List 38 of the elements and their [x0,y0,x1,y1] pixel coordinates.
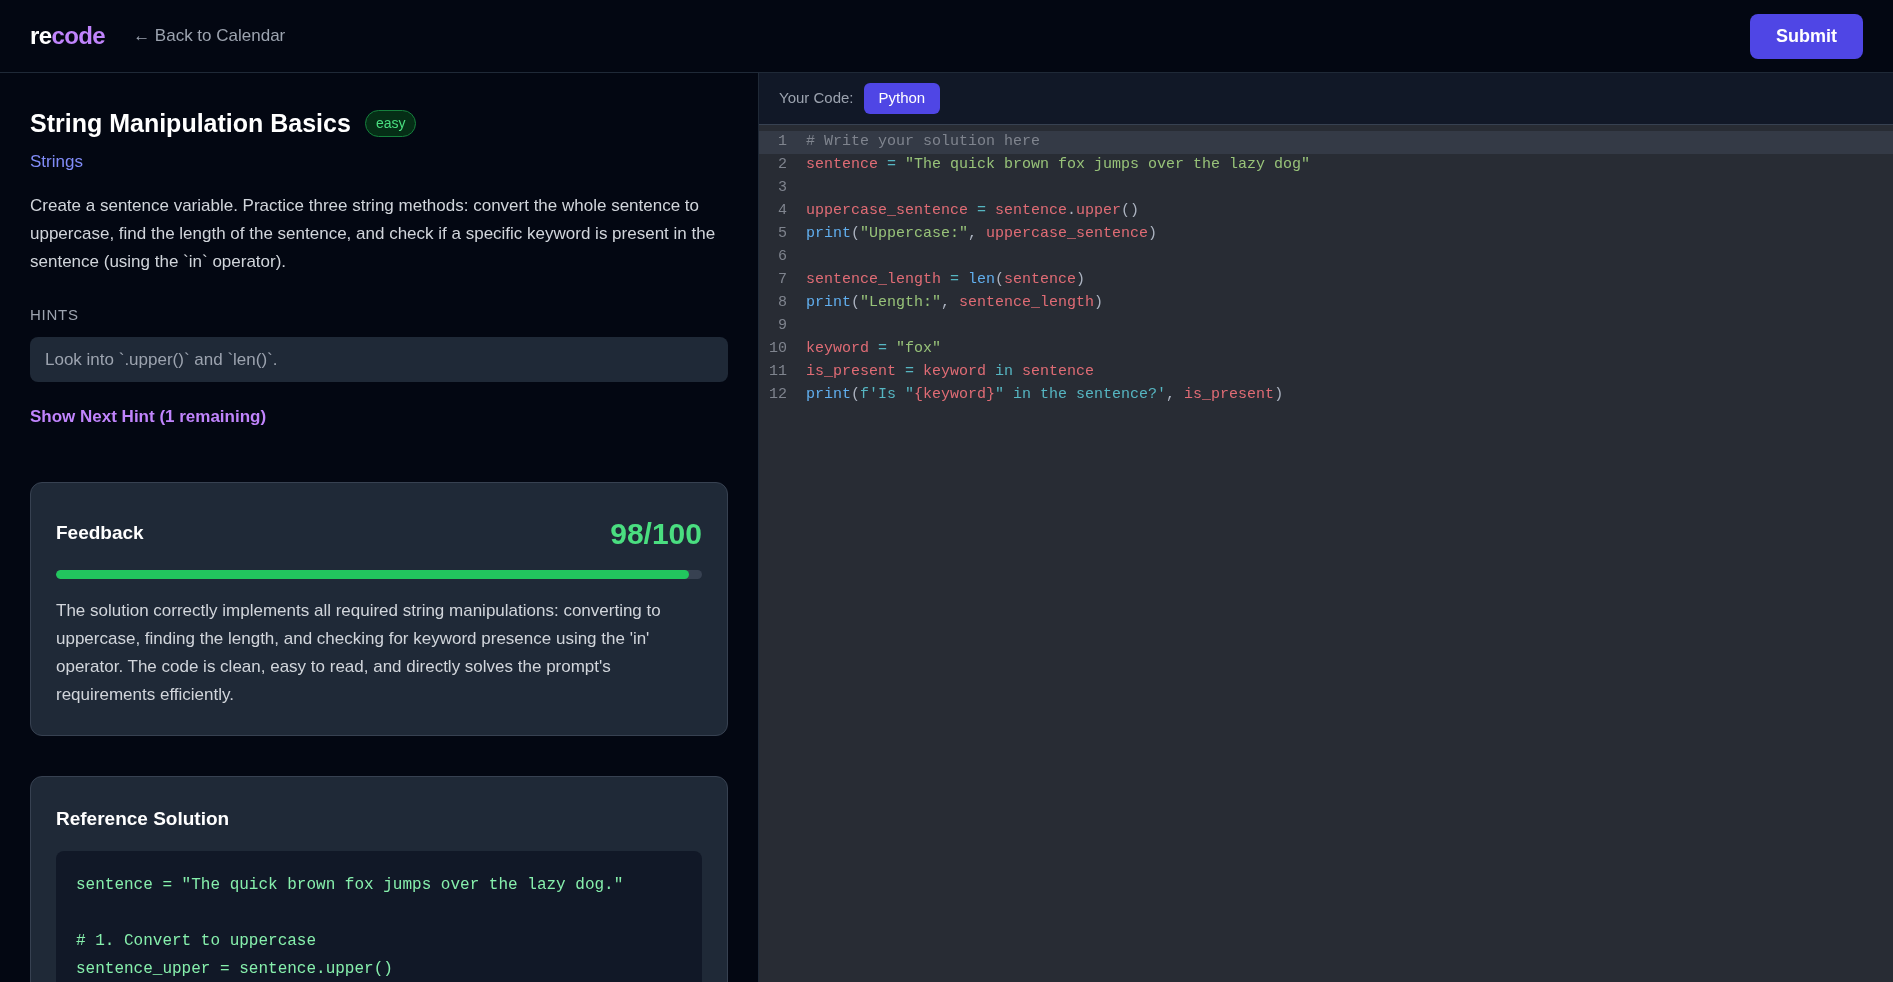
hint-text: Look into `.upper()` and `len()`. [30,336,728,382]
code-line: uppercase_sentence = sentence.upper() [806,201,1140,222]
line-number: 5 [777,224,787,245]
reference-title: Reference Solution [56,806,231,831]
line-number: 7 [777,270,787,291]
problem-description: Create a sentence variable. Practice three string methods: convert the whole sentence to uppercase, find the length of the sentence, and check if a specific keyword is present in the sentence (using the `in` operator). [30,195,717,273]
difficulty-badge: easy [364,110,417,138]
hints-heading: HINTS [30,305,80,325]
app-logo[interactable]: recode [30,18,106,54]
back-link[interactable]: ← Back to Calendar [133,23,286,49]
code-line: is_present = keyword in sentence [806,362,1095,383]
line-number: 10 [768,339,787,360]
line-number: 8 [777,293,787,314]
line-number: 11 [768,362,787,383]
line-number: 9 [777,316,787,337]
code-line: keyword = "fox" [806,339,942,360]
language-tag: Python [863,83,941,114]
code-line: print("Length:", sentence_length) [806,293,1104,314]
feedback-text: The solution correctly implements all required string manipulations: converting to uppercase, finding the length, and checking for keyword presence using the 'in' operator. The code is clean, easy to read, and directly solves the prompt's requirements efficiently. [56,599,662,706]
reference-code: sentence = "The quick brown fox jumps over the lazy dog." # 1. Convert to uppercase sentence_upper = sentence.upper() [56,851,702,982]
code-line: print("Uppercase:", uppercase_sentence) [806,224,1158,245]
code-line: # Write your solution here [806,132,1041,153]
code-label: Your Code: [779,88,854,109]
line-number: 3 [777,178,787,199]
line-number: 2 [777,155,787,176]
line-number: 12 [768,385,787,406]
problem-title: String Manipulation Basics [30,108,351,139]
line-number: 1 [777,132,787,153]
code-line: sentence_length = len(sentence) [806,270,1086,291]
feedback-title: Feedback [56,520,144,545]
code-line: print(f'Is "{keyword}" in the sentence?', is_present) [806,385,1284,406]
code-line: sentence = "The quick brown fox jumps over the lazy dog" [806,155,1311,176]
line-number: 4 [777,201,787,222]
score-text: 98/100 [610,515,702,552]
topic-link[interactable]: Strings [30,148,728,174]
line-number: 6 [777,247,787,268]
next-hint-link[interactable]: Show Next Hint (1 remaining) [30,404,267,430]
submit-button[interactable]: Submit [1750,13,1863,59]
